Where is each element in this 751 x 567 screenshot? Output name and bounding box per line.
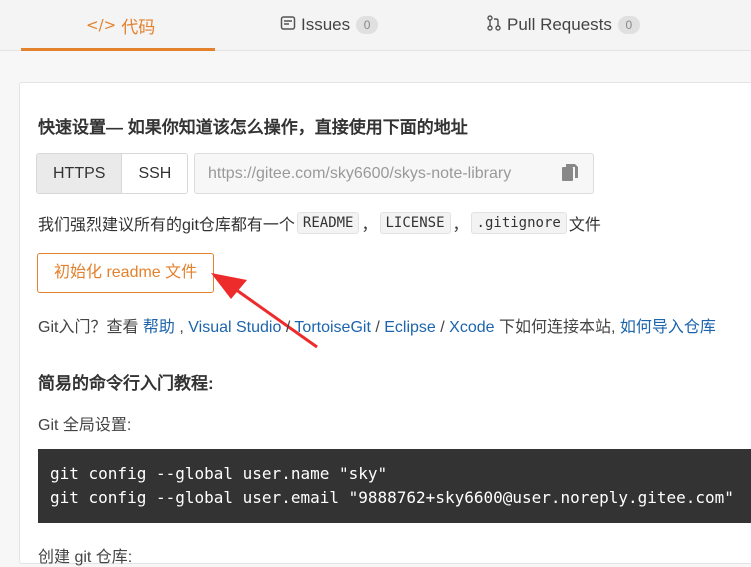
protocol-switch: HTTPS SSH (36, 153, 189, 194)
tab-pull-requests[interactable]: Pull Requests 0 (486, 0, 640, 50)
tutorial-title: 简易的命令行入门教程: (38, 374, 214, 393)
repo-tabs: </> 代码 Issues 0 Pull Requests 0 (0, 0, 751, 51)
copy-icon[interactable] (561, 163, 579, 183)
quick-setup-title: 快速设置— 如果你知道该怎么操作，直接使用下面的地址 (38, 118, 468, 137)
tab-issues[interactable]: Issues 0 (280, 0, 379, 50)
help-line: Git入门？查看 帮助 , Visual Studio / TortoiseGi… (38, 319, 716, 336)
init-readme-button[interactable]: 初始化 readme 文件 (37, 253, 215, 293)
git-global-label: Git 全局设置: (38, 417, 132, 434)
readme-code: README (296, 212, 360, 234)
xcode-link[interactable]: Xcode (449, 319, 494, 336)
code-block: git config --global user.name "sky" git … (38, 449, 751, 523)
tab-pull-requests-label: Pull Requests (507, 15, 612, 34)
help-prefix: Git入门？查看 (38, 319, 143, 336)
import-repo-link[interactable]: 如何导入仓库 (615, 319, 716, 336)
issues-count-badge: 0 (356, 16, 379, 34)
quick-setup-panel: 快速设置— 如果你知道该怎么操作，直接使用下面的地址 HTTPS SSH htt… (19, 82, 751, 566)
tab-issues-label: Issues (301, 15, 351, 34)
eclipse-link[interactable]: Eclipse (384, 319, 436, 336)
repo-url-field[interactable]: https://gitee.com/sky6600/skys-note-libr… (194, 153, 594, 194)
separator-1: ， (361, 217, 378, 234)
tab-code[interactable]: </> 代码 (20, 0, 216, 51)
license-code: LICENSE (379, 212, 451, 234)
ssh-button[interactable]: SSH (122, 154, 188, 193)
code-line: git config --global user.email "9888762+… (50, 488, 734, 507)
recommend-prefix: 我们强烈建议所有的git仓库都有一个 (38, 217, 295, 234)
pull-requests-count-badge: 0 (617, 16, 640, 34)
recommend-text: 我们强烈建议所有的git仓库都有一个 README ， LICENSE ， .g… (38, 211, 601, 235)
code-icon: </> (86, 16, 117, 34)
help-middle: 下如何连接本站, (494, 319, 616, 336)
tortoisegit-link[interactable]: TortoiseGit (294, 319, 370, 336)
visual-studio-link[interactable]: Visual Studio (188, 319, 281, 336)
recommend-suffix: 文件 (568, 217, 601, 234)
code-line: git config --global user.name "sky" (50, 464, 388, 483)
tab-code-label: 代码 (121, 17, 156, 37)
gitignore-code: .gitignore (470, 212, 567, 234)
repo-url-text: https://gitee.com/sky6600/skys-note-libr… (208, 165, 512, 182)
separator-2: ， (452, 217, 469, 234)
help-link[interactable]: 帮助 (143, 319, 175, 336)
pull-request-icon (486, 15, 502, 35)
https-button[interactable]: HTTPS (37, 154, 123, 193)
create-repo-label: 创建 git 仓库: (38, 549, 133, 566)
issues-icon (280, 15, 296, 35)
